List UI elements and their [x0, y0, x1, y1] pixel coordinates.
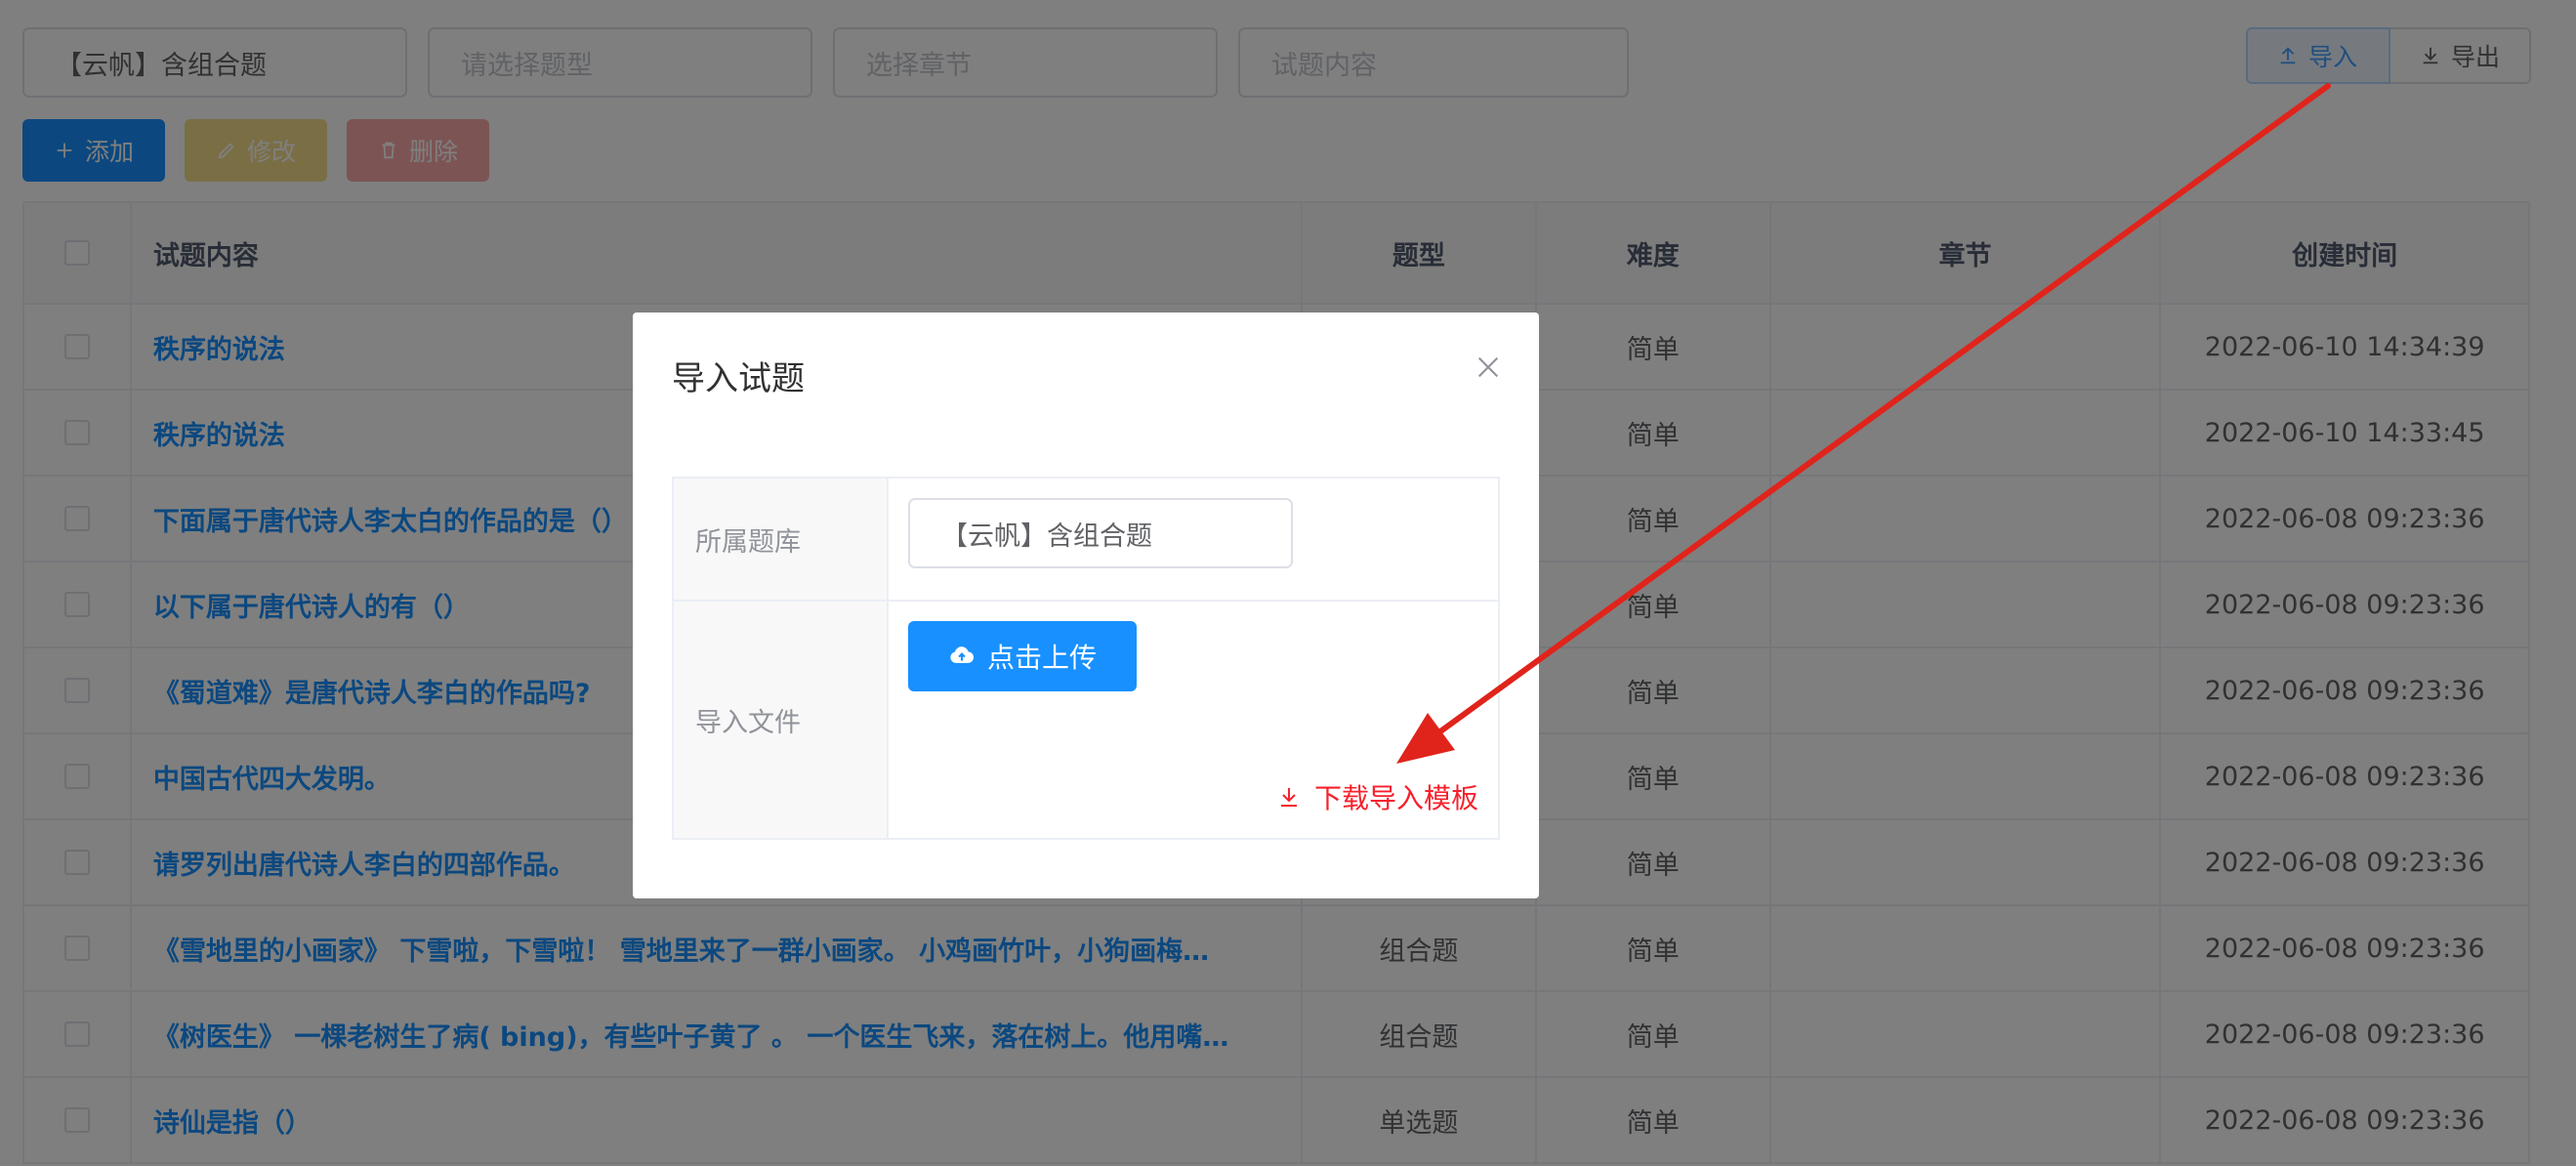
download-template-link[interactable]: 下载导入模板: [1277, 777, 1478, 816]
download-label: 下载导入模板: [1313, 782, 1478, 814]
download-icon: [1280, 788, 1297, 807]
file-label: 导入文件: [674, 602, 889, 838]
close-icon[interactable]: [1473, 352, 1504, 383]
cloud-upload-icon: [950, 646, 975, 664]
dialog-title: 导入试题: [672, 359, 805, 398]
dialog-bank-select[interactable]: 【云帆】含组合题: [908, 498, 1293, 568]
file-row: 导入文件 点击上传 下载导入模板: [674, 602, 1498, 838]
upload-button[interactable]: 点击上传: [908, 621, 1137, 691]
import-dialog: 导入试题 所属题库 【云帆】含组合题 导入文件 点击上传 下载导入模板: [633, 312, 1539, 898]
upload-label: 点击上传: [986, 642, 1097, 674]
bank-label: 所属题库: [674, 479, 889, 600]
bank-row: 所属题库 【云帆】含组合题: [674, 479, 1498, 602]
import-form: 所属题库 【云帆】含组合题 导入文件 点击上传 下载导入模板: [672, 477, 1500, 840]
